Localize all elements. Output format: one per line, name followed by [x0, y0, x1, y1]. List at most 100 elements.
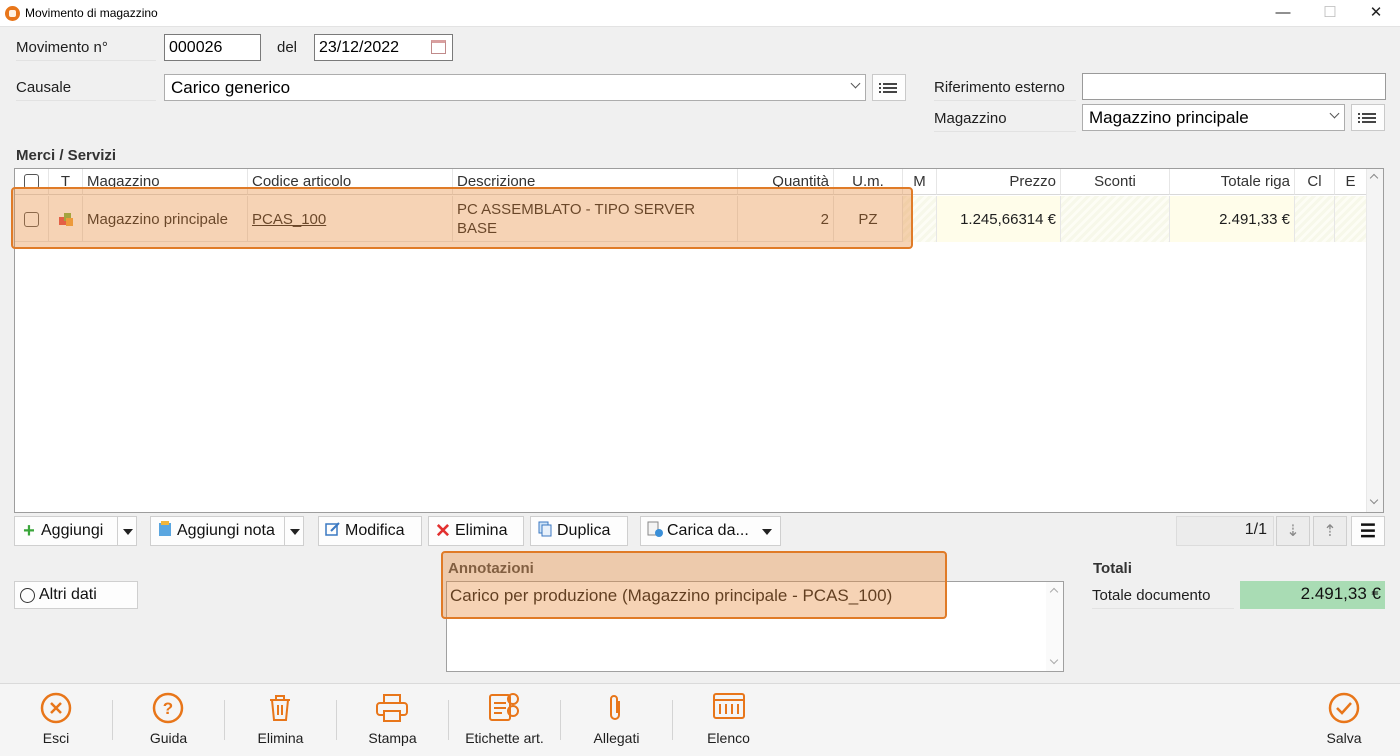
arrow-down-icon: ⇣: [1286, 523, 1300, 540]
movimento-label: Movimento n°: [16, 39, 156, 61]
arrow-down-button[interactable]: ⇣: [1276, 516, 1310, 546]
row-highlight: [11, 187, 913, 249]
calendar-icon[interactable]: [431, 40, 446, 54]
scroll-down-icon[interactable]: [1049, 655, 1059, 665]
etichette-button[interactable]: Etichette art.: [449, 684, 560, 756]
carica-da-button[interactable]: Carica da...: [640, 516, 781, 546]
load-doc-icon: [647, 521, 663, 542]
row-cl: [1295, 196, 1335, 242]
elenco-button[interactable]: Elenco: [673, 684, 784, 756]
row-e: [1335, 196, 1367, 242]
allegati-label: Allegati: [593, 730, 640, 746]
guida-button[interactable]: ? Guida: [113, 684, 224, 756]
plus-icon: +: [23, 519, 35, 542]
menu-button[interactable]: ☰: [1351, 516, 1385, 546]
magazzino-select[interactable]: Magazzino principale: [1082, 104, 1345, 131]
col-totale-header[interactable]: Totale riga: [1170, 169, 1295, 195]
duplica-button[interactable]: Duplica: [530, 516, 628, 546]
row-totale: 2.491,33 €: [1170, 196, 1295, 242]
modifica-label: Modifica: [345, 522, 405, 539]
esci-button[interactable]: Esci: [0, 684, 112, 756]
carica-da-label: Carica da...: [667, 522, 749, 539]
arrow-up-icon: ⇡: [1323, 523, 1337, 540]
help-icon: ?: [152, 692, 184, 724]
svg-text:?: ?: [163, 699, 173, 718]
section-title: Merci / Servizi: [16, 147, 117, 164]
etichette-label: Etichette art.: [465, 730, 544, 746]
scroll-up-icon[interactable]: [1369, 173, 1379, 183]
aggiungi-nota-dropdown-button[interactable]: [284, 516, 304, 546]
paperclip-icon: [610, 695, 620, 720]
totale-documento-value: 2.491,33 €: [1240, 581, 1385, 609]
title-bar: Movimento di magazzino — ☐ ✕: [0, 0, 1400, 27]
totali-label: Totali: [1093, 560, 1132, 577]
elimina-doc-label: Elimina: [257, 730, 304, 746]
allegati-button[interactable]: Allegati: [561, 684, 672, 756]
annotazioni-highlight: [441, 551, 947, 619]
printer-icon: [376, 694, 408, 722]
causale-list-button[interactable]: [872, 74, 906, 101]
annotazioni-scrollbar[interactable]: [1046, 582, 1063, 671]
chevron-down-icon: [1329, 108, 1340, 119]
pager-label: 1/1: [1176, 516, 1274, 546]
close-window-button[interactable]: ✕: [1353, 0, 1399, 27]
elimina-label: Elimina: [455, 522, 508, 539]
col-sconti-header[interactable]: Sconti: [1061, 169, 1170, 195]
esci-label: Esci: [42, 730, 70, 746]
maximize-button[interactable]: ☐: [1307, 0, 1353, 27]
radio-icon: [20, 588, 35, 603]
check-circle-icon: [1328, 692, 1360, 724]
date-value: 23/12/2022: [319, 39, 400, 56]
row-prezzo: 1.245,66314 €: [937, 196, 1061, 242]
edit-icon: [325, 521, 341, 542]
delete-x-icon: ✕: [435, 520, 451, 542]
minimize-button[interactable]: —: [1260, 0, 1306, 27]
elenco-label: Elenco: [707, 730, 750, 746]
aggiungi-dropdown-button[interactable]: [117, 516, 137, 546]
riferimento-label: Riferimento esterno: [934, 79, 1076, 101]
date-field[interactable]: 23/12/2022: [314, 34, 453, 61]
chevron-down-icon: [762, 529, 772, 535]
close-circle-icon: [40, 692, 72, 724]
window-title: Movimento di magazzino: [25, 6, 158, 20]
aggiungi-button[interactable]: + Aggiungi: [14, 516, 118, 546]
bottom-toolbar: Esci ? Guida Elimina Stampa Etichette ar…: [0, 683, 1400, 756]
col-prezzo-header[interactable]: Prezzo: [937, 169, 1061, 195]
magazzino-list-button[interactable]: [1351, 104, 1385, 131]
movimento-number-field[interactable]: 000026: [164, 34, 261, 61]
duplica-label: Duplica: [557, 522, 611, 539]
aggiungi-nota-button[interactable]: Aggiungi nota: [150, 516, 285, 546]
labels-icon: [489, 693, 519, 721]
guida-label: Guida: [149, 730, 188, 746]
salva-label: Salva: [1326, 730, 1362, 746]
col-cl-header[interactable]: Cl: [1295, 169, 1335, 195]
list-window-icon: [713, 693, 745, 719]
duplicate-icon: [537, 521, 553, 542]
modifica-button[interactable]: Modifica: [318, 516, 422, 546]
trash-icon: [270, 695, 290, 721]
salva-button[interactable]: Salva: [1288, 684, 1400, 756]
del-label: del: [277, 39, 298, 56]
arrow-up-button[interactable]: ⇡: [1313, 516, 1347, 546]
altri-dati-label: Altri dati: [39, 586, 97, 603]
totale-documento-label: Totale documento: [1092, 587, 1234, 609]
grid-scrollbar[interactable]: [1366, 169, 1383, 512]
stampa-button[interactable]: Stampa: [337, 684, 448, 756]
aggiungi-nota-label: Aggiungi nota: [177, 522, 275, 539]
col-e-header[interactable]: E: [1335, 169, 1367, 195]
elimina-document-button[interactable]: Elimina: [225, 684, 336, 756]
scroll-down-icon[interactable]: [1369, 495, 1379, 505]
row-sconti: [1061, 196, 1170, 242]
riferimento-field[interactable]: [1082, 73, 1386, 100]
causale-select[interactable]: Carico generico: [164, 74, 866, 101]
note-icon: [157, 520, 173, 542]
app-icon: [5, 6, 20, 21]
stampa-label: Stampa: [368, 730, 417, 746]
altri-dati-toggle[interactable]: Altri dati: [14, 581, 138, 609]
aggiungi-label: Aggiungi: [41, 522, 104, 539]
magazzino-value: Magazzino principale: [1089, 108, 1249, 127]
scroll-up-icon[interactable]: [1049, 587, 1059, 597]
magazzino-label: Magazzino: [934, 110, 1076, 132]
elimina-row-button[interactable]: ✕ Elimina: [428, 516, 524, 546]
causale-value: Carico generico: [171, 78, 291, 97]
